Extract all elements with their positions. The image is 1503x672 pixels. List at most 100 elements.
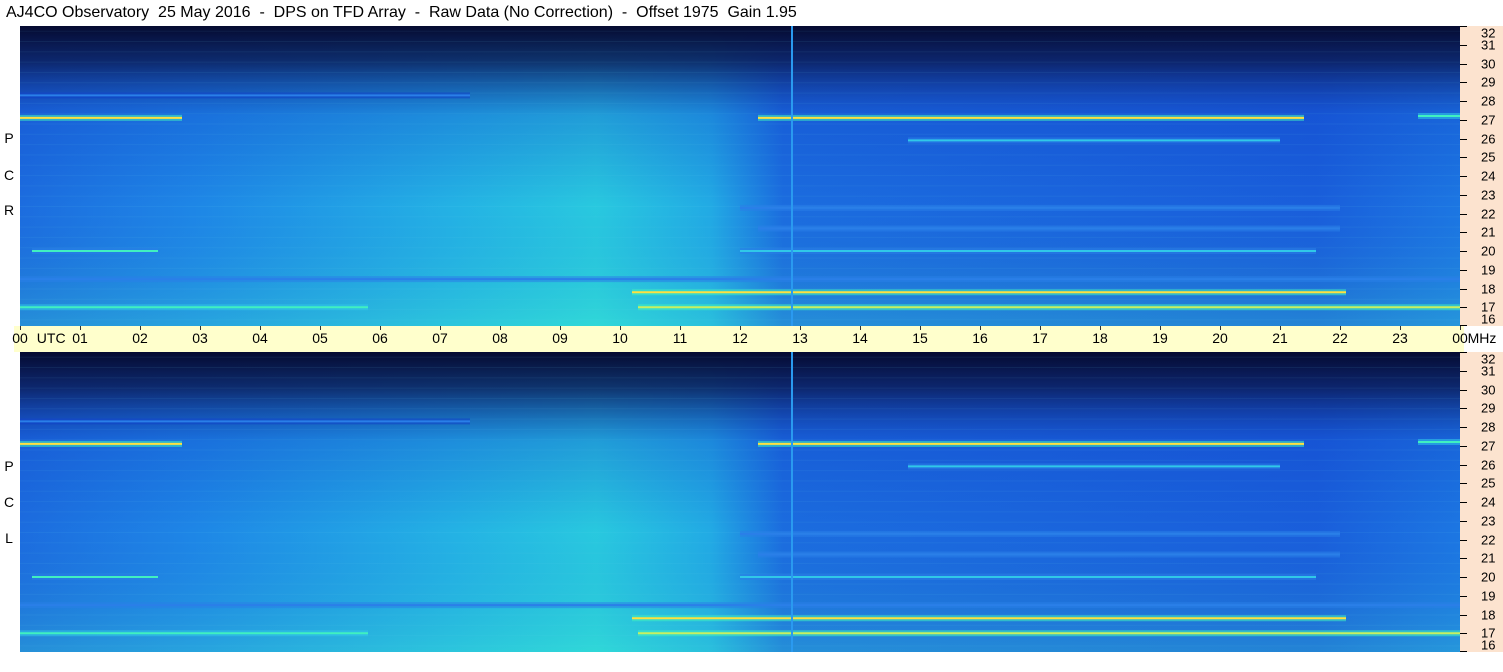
band-core (20, 420, 470, 423)
spectrogram-lcp (20, 352, 1460, 652)
time-tick-label: 07 (432, 330, 448, 346)
band-core (1418, 441, 1460, 443)
frequency-tick-label: 29 (1481, 400, 1496, 416)
time-tick-label: 21 (1272, 330, 1288, 346)
frequency-tick-mark (1460, 307, 1467, 309)
time-tick-label: 23 (1392, 330, 1408, 346)
faint-band (20, 459, 1460, 461)
frequency-tick-label: 22 (1481, 206, 1496, 221)
frequency-tick-label: 25 (1481, 149, 1496, 165)
interference-line (791, 352, 793, 652)
frequency-tick-label: 23 (1481, 513, 1496, 529)
frequency-tick-mark (1460, 44, 1467, 46)
faint-band (20, 154, 1460, 156)
faint-band (20, 51, 1460, 53)
polarization-letter: C (3, 167, 15, 183)
polarization-letter: P (4, 458, 14, 474)
time-tick-label: 11 (672, 330, 688, 346)
faint-band (20, 480, 1460, 482)
band-core (740, 250, 1316, 252)
faint-band (20, 428, 1460, 430)
frequency-tick-mark (1460, 502, 1467, 503)
frequency-tick-mark (1460, 389, 1467, 391)
faint-band (20, 123, 1460, 125)
faint-band (20, 583, 1460, 585)
frequency-tick-mark (1460, 325, 1467, 326)
faint-band (20, 356, 1460, 358)
faint-band (20, 408, 1460, 410)
interference-line (791, 26, 793, 326)
faint-band (20, 113, 1460, 115)
time-unit-label: UTC (36, 330, 66, 346)
faint-band (20, 133, 1460, 135)
frequency-tick-label: 24 (1481, 494, 1496, 510)
frequency-tick-mark (1460, 26, 1467, 27)
frequency-unit-label: MHz (1467, 330, 1497, 346)
time-tick-label: 10 (612, 330, 628, 346)
frequency-tick-mark (1460, 269, 1467, 271)
polarization-letter: R (3, 202, 15, 218)
faint-band (20, 501, 1460, 503)
band-core (638, 306, 1460, 309)
time-tick-label: 00 (12, 330, 28, 346)
frequency-tick-label: 26 (1481, 457, 1496, 472)
frequency-tick-label: 22 (1481, 532, 1496, 547)
time-tick-label: 15 (912, 330, 928, 346)
band-core (908, 465, 1280, 468)
frequency-tick-label: 17 (1481, 625, 1496, 641)
band-core (632, 617, 1346, 620)
time-tick-label: 03 (192, 330, 208, 346)
faint-band (20, 449, 1460, 451)
faint-band (20, 102, 1460, 104)
frequency-tick-mark (1460, 520, 1467, 522)
frequency-tick-mark (1460, 101, 1467, 102)
time-axis: 00 01 02 03 04 05 06 07 08 09 10 11 12 13 14 15 16 17 18 19… (12, 326, 1496, 352)
frequency-tick-mark (1460, 445, 1467, 447)
frequency-tick-label: 23 (1481, 187, 1496, 203)
band-core (32, 250, 158, 252)
band-core (632, 291, 1346, 294)
band-core (740, 532, 1340, 535)
faint-band (20, 30, 1460, 32)
polarization-letter: P (4, 130, 14, 146)
frequency-tick-label: 20 (1481, 569, 1496, 585)
frequency-tick-mark (1460, 464, 1467, 466)
faint-band (20, 377, 1460, 379)
faint-band (20, 185, 1460, 187)
frequency-tick-label: 21 (1481, 224, 1496, 240)
frequency-tick-label: 24 (1481, 168, 1496, 184)
frequency-tick-mark (1460, 288, 1467, 290)
time-tick-label: 02 (132, 330, 148, 346)
time-tick-label: 05 (312, 330, 328, 346)
frequency-tick-mark (1460, 251, 1467, 252)
faint-band (20, 645, 1460, 647)
frequency-tick-label: 28 (1481, 93, 1496, 109)
band-core (740, 206, 1340, 209)
band-core (32, 576, 158, 578)
faint-band (20, 490, 1460, 492)
frequency-tick-mark (1460, 213, 1467, 215)
spectrogram-rcp-svg (20, 26, 1460, 326)
frequency-tick-mark (1460, 558, 1467, 560)
frequency-tick-mark (1460, 119, 1467, 121)
time-tick-label: 00 (1452, 330, 1468, 346)
faint-band (20, 624, 1460, 626)
polarization-letter: C (3, 494, 15, 510)
frequency-tick-mark (1460, 427, 1467, 428)
band-core (20, 632, 368, 635)
faint-band (20, 367, 1460, 368)
band-core (20, 604, 1460, 607)
frequency-tick-label: 30 (1481, 56, 1496, 71)
faint-band (20, 298, 1460, 300)
band-core (20, 116, 182, 119)
time-tick-label: 04 (252, 330, 268, 346)
time-tick-label: 20 (1212, 330, 1228, 346)
faint-band (20, 236, 1460, 238)
band-core (1418, 115, 1460, 117)
frequency-tick-mark (1460, 539, 1467, 541)
band-core (20, 94, 470, 97)
frequency-tick-label: 27 (1481, 438, 1496, 454)
frequency-tick-label: 21 (1481, 550, 1496, 566)
frequency-tick-label: 25 (1481, 475, 1496, 491)
frequency-tick-label: 26 (1481, 131, 1496, 146)
